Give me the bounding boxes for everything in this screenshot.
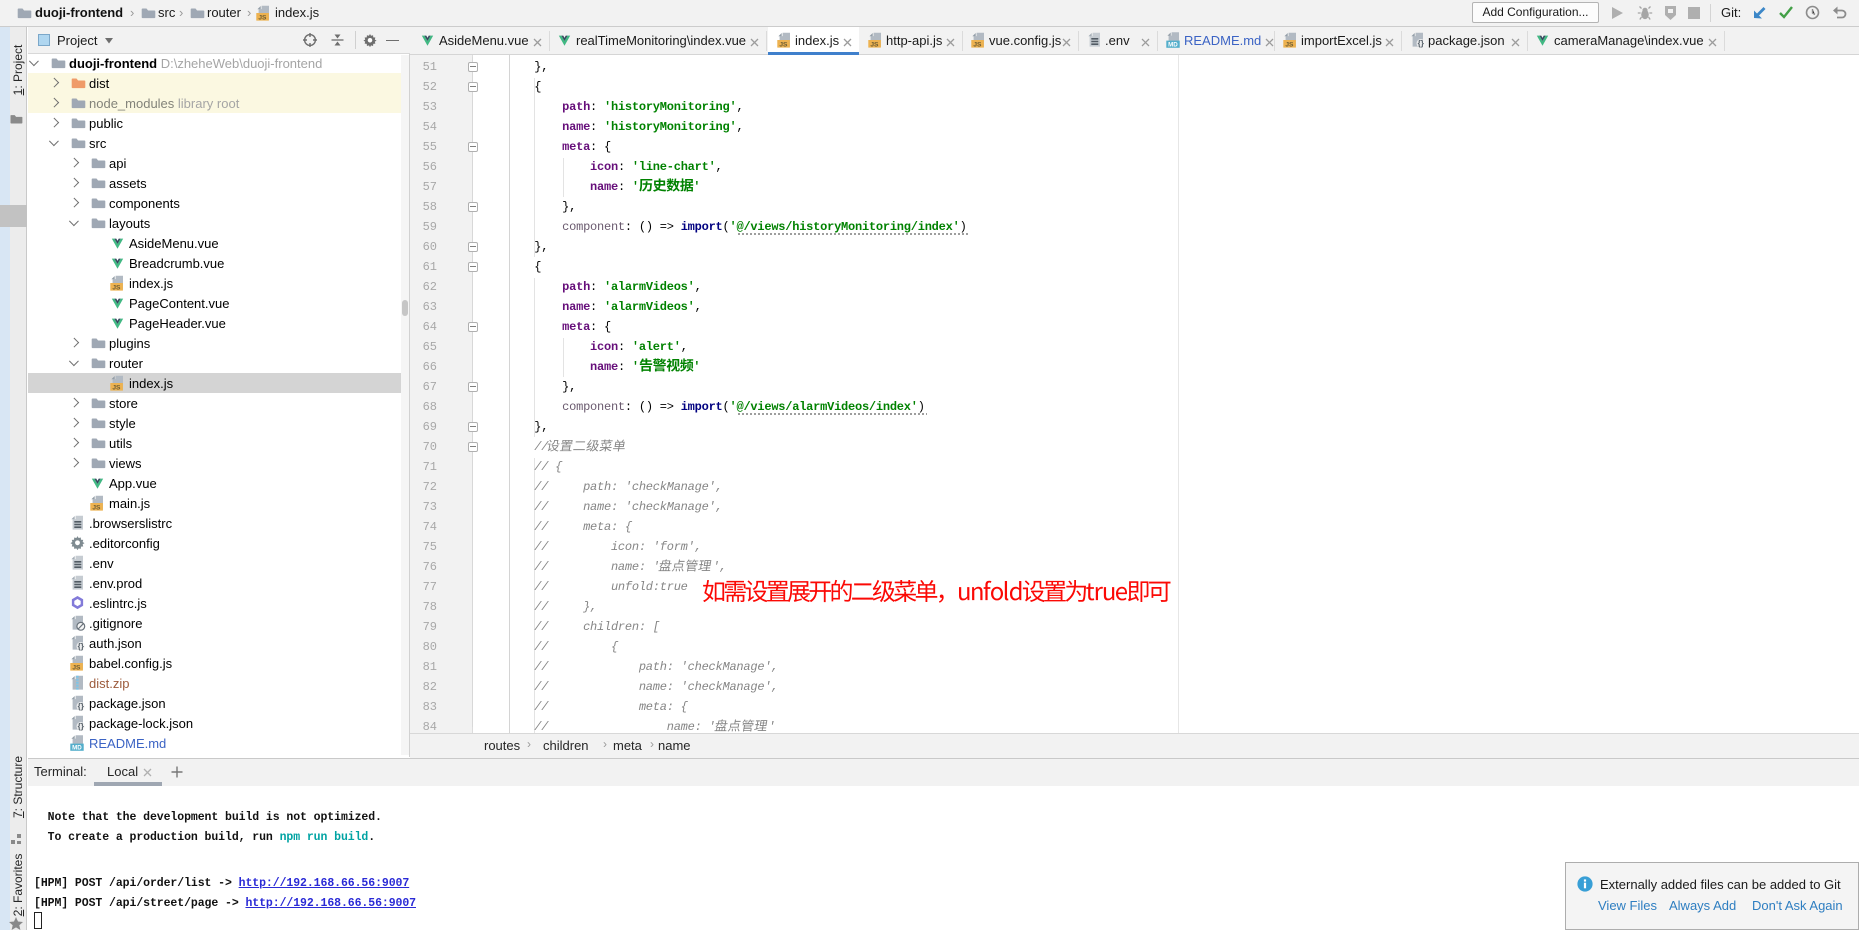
- svg-text:JS: JS: [1285, 41, 1294, 48]
- svg-text:JS: JS: [112, 284, 121, 291]
- svg-text:JS: JS: [779, 41, 788, 48]
- svg-text:JS: JS: [72, 664, 81, 671]
- svg-text:JS: JS: [870, 41, 879, 48]
- svg-text:MD: MD: [1168, 42, 1178, 48]
- svg-text:JS: JS: [258, 14, 267, 21]
- svg-text:JS: JS: [92, 504, 101, 511]
- svg-text:{}: {}: [78, 702, 85, 711]
- svg-text:MD: MD: [72, 745, 82, 751]
- svg-text:JS: JS: [112, 384, 121, 391]
- svg-text:JS: JS: [973, 41, 982, 48]
- svg-text:{}: {}: [78, 722, 85, 731]
- svg-text:{}: {}: [1418, 39, 1425, 48]
- svg-text:{}: {}: [78, 642, 85, 651]
